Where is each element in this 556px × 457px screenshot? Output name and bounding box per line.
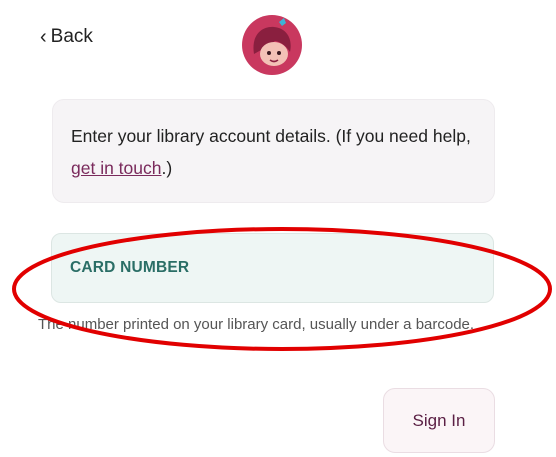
chevron-left-icon: ‹ (40, 26, 47, 48)
sign-in-button[interactable]: Sign In (383, 388, 495, 453)
info-message: Enter your library account details. (If … (52, 99, 495, 203)
back-label: Back (50, 26, 93, 47)
back-button[interactable]: ‹ Back (40, 26, 93, 48)
card-number-label: CARD NUMBER (70, 259, 190, 276)
card-number-field[interactable]: CARD NUMBER (51, 233, 494, 303)
card-number-helper-text: The number printed on your library card,… (38, 316, 475, 333)
info-text-end: .) (161, 158, 173, 178)
libby-logo-icon (242, 15, 302, 75)
get-in-touch-link[interactable]: get in touch (71, 158, 161, 178)
info-text-start: Enter your library account details. (If … (71, 126, 471, 146)
